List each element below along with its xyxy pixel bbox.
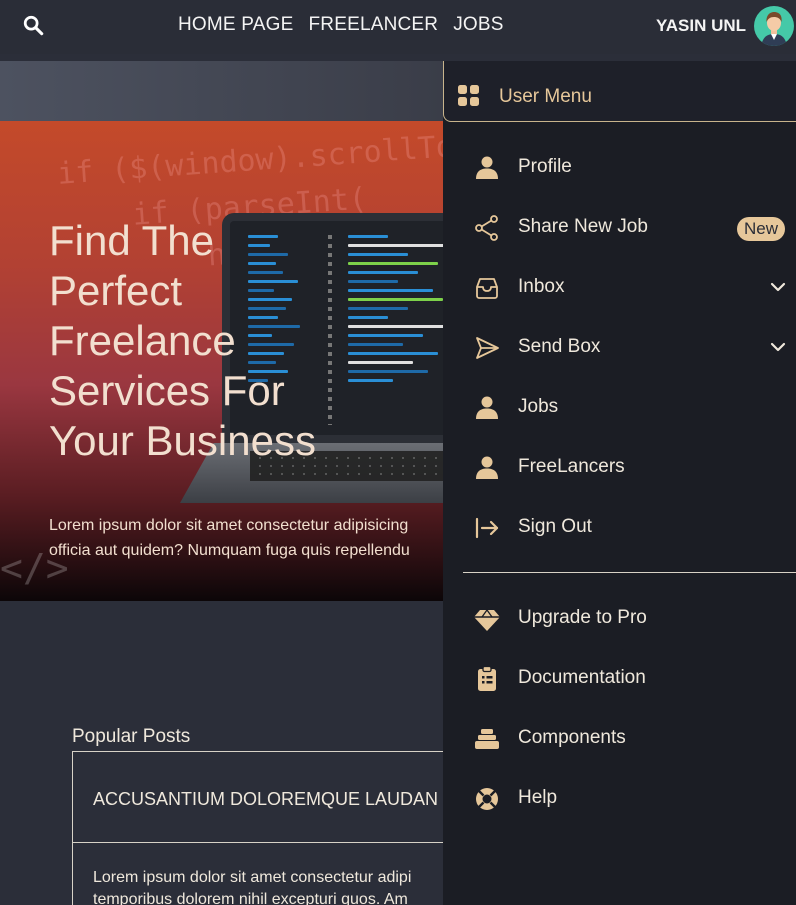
grid-icon xyxy=(458,85,479,106)
menu-item-label: Components xyxy=(518,727,626,748)
post-excerpt: Lorem ipsum dolor sit amet consectetur a… xyxy=(73,843,452,905)
menu-item-send-box[interactable]: Send Box xyxy=(443,326,796,370)
post-card: ACCUSANTIUM DOLOREMQUE LAUDAN Lorem ipsu… xyxy=(72,751,452,905)
menu-item-label: FreeLancers xyxy=(518,456,625,477)
inbox-icon xyxy=(476,278,498,299)
menu-item-label: Upgrade to Pro xyxy=(518,607,647,628)
menu-item-inbox[interactable]: Inbox xyxy=(443,266,796,310)
menu-item-label: Documentation xyxy=(518,667,646,688)
sign-out-icon xyxy=(475,517,499,539)
nav-link-home[interactable]: HOME PAGE xyxy=(178,14,293,36)
share-icon xyxy=(475,215,498,241)
chevron-down-icon[interactable] xyxy=(769,278,787,296)
menu-item-upgrade-to-pro[interactable]: Upgrade to Pro xyxy=(443,597,796,641)
new-badge: New xyxy=(737,217,786,241)
sub-header-bar xyxy=(0,61,444,121)
menu-item-label: Profile xyxy=(518,156,572,177)
menu-item-label: Share New Job xyxy=(518,216,648,237)
menu-item-label: Send Box xyxy=(518,336,601,357)
code-icon: </> xyxy=(0,546,69,590)
menu-item-share-new-job[interactable]: Share New Job New xyxy=(443,206,796,250)
nav-link-jobs[interactable]: JOBS xyxy=(453,14,503,36)
avatar[interactable] xyxy=(754,6,794,46)
menu-item-sign-out[interactable]: Sign Out xyxy=(443,506,796,550)
hero-description-line-2: officia aut quidem? Numquam fuga quis re… xyxy=(49,542,410,559)
nav-link-freelancer[interactable]: FREELANCER xyxy=(308,14,438,36)
avatar-illustration xyxy=(761,12,787,46)
user-menu-title: User Menu xyxy=(499,86,592,107)
post-title[interactable]: ACCUSANTIUM DOLOREMQUE LAUDAN xyxy=(73,752,452,843)
menu-item-label: Help xyxy=(518,787,558,808)
hero-description: Lorem ipsum dolor sit amet consectetur a… xyxy=(49,513,444,563)
send-icon xyxy=(476,337,499,359)
layers-icon xyxy=(475,729,499,749)
diamond-icon xyxy=(474,608,500,631)
hero-description-line-1: Lorem ipsum dolor sit amet consectetur a… xyxy=(49,517,409,534)
nav-links: HOME PAGE FREELANCER JOBS xyxy=(178,14,504,36)
menu-item-help[interactable]: Help xyxy=(443,777,796,821)
user-menu-header[interactable]: User Menu xyxy=(443,61,796,122)
search-icon[interactable] xyxy=(22,14,44,36)
user-name[interactable]: YASIN UNL xyxy=(656,16,746,36)
post-excerpt-line-2: temporibus dolorem nihil excepturi quos.… xyxy=(93,891,408,905)
post-excerpt-line-1: Lorem ipsum dolor sit amet consectetur a… xyxy=(93,869,412,886)
code-column-right xyxy=(348,235,444,388)
user-icon xyxy=(476,396,498,419)
hero-banner: if ($(window).scrollTop() if (parseInt( … xyxy=(0,121,444,601)
lifebuoy-icon xyxy=(476,788,498,810)
menu-item-label: Inbox xyxy=(518,276,565,297)
menu-item-label: Jobs xyxy=(518,396,559,417)
menu-divider xyxy=(463,572,796,573)
clipboard-icon xyxy=(478,665,496,691)
menu-item-components[interactable]: Components xyxy=(443,717,796,761)
menu-item-documentation[interactable]: Documentation xyxy=(443,657,796,701)
user-icon xyxy=(476,456,498,479)
menu-item-freelancers[interactable]: FreeLancers xyxy=(443,446,796,490)
menu-item-profile[interactable]: Profile xyxy=(443,146,796,190)
popular-posts-title: Popular Posts xyxy=(72,726,191,747)
menu-item-jobs[interactable]: Jobs xyxy=(443,386,796,430)
chevron-down-icon[interactable] xyxy=(769,338,787,356)
user-icon xyxy=(476,156,498,179)
menu-item-label: Sign Out xyxy=(518,516,592,537)
user-menu-panel: User Menu Profile Share New Job New Inbo… xyxy=(443,61,796,905)
top-navbar: HOME PAGE FREELANCER JOBS YASIN UNL xyxy=(0,0,796,54)
hero-title: Find The Perfect Freelance Services For … xyxy=(49,217,316,464)
